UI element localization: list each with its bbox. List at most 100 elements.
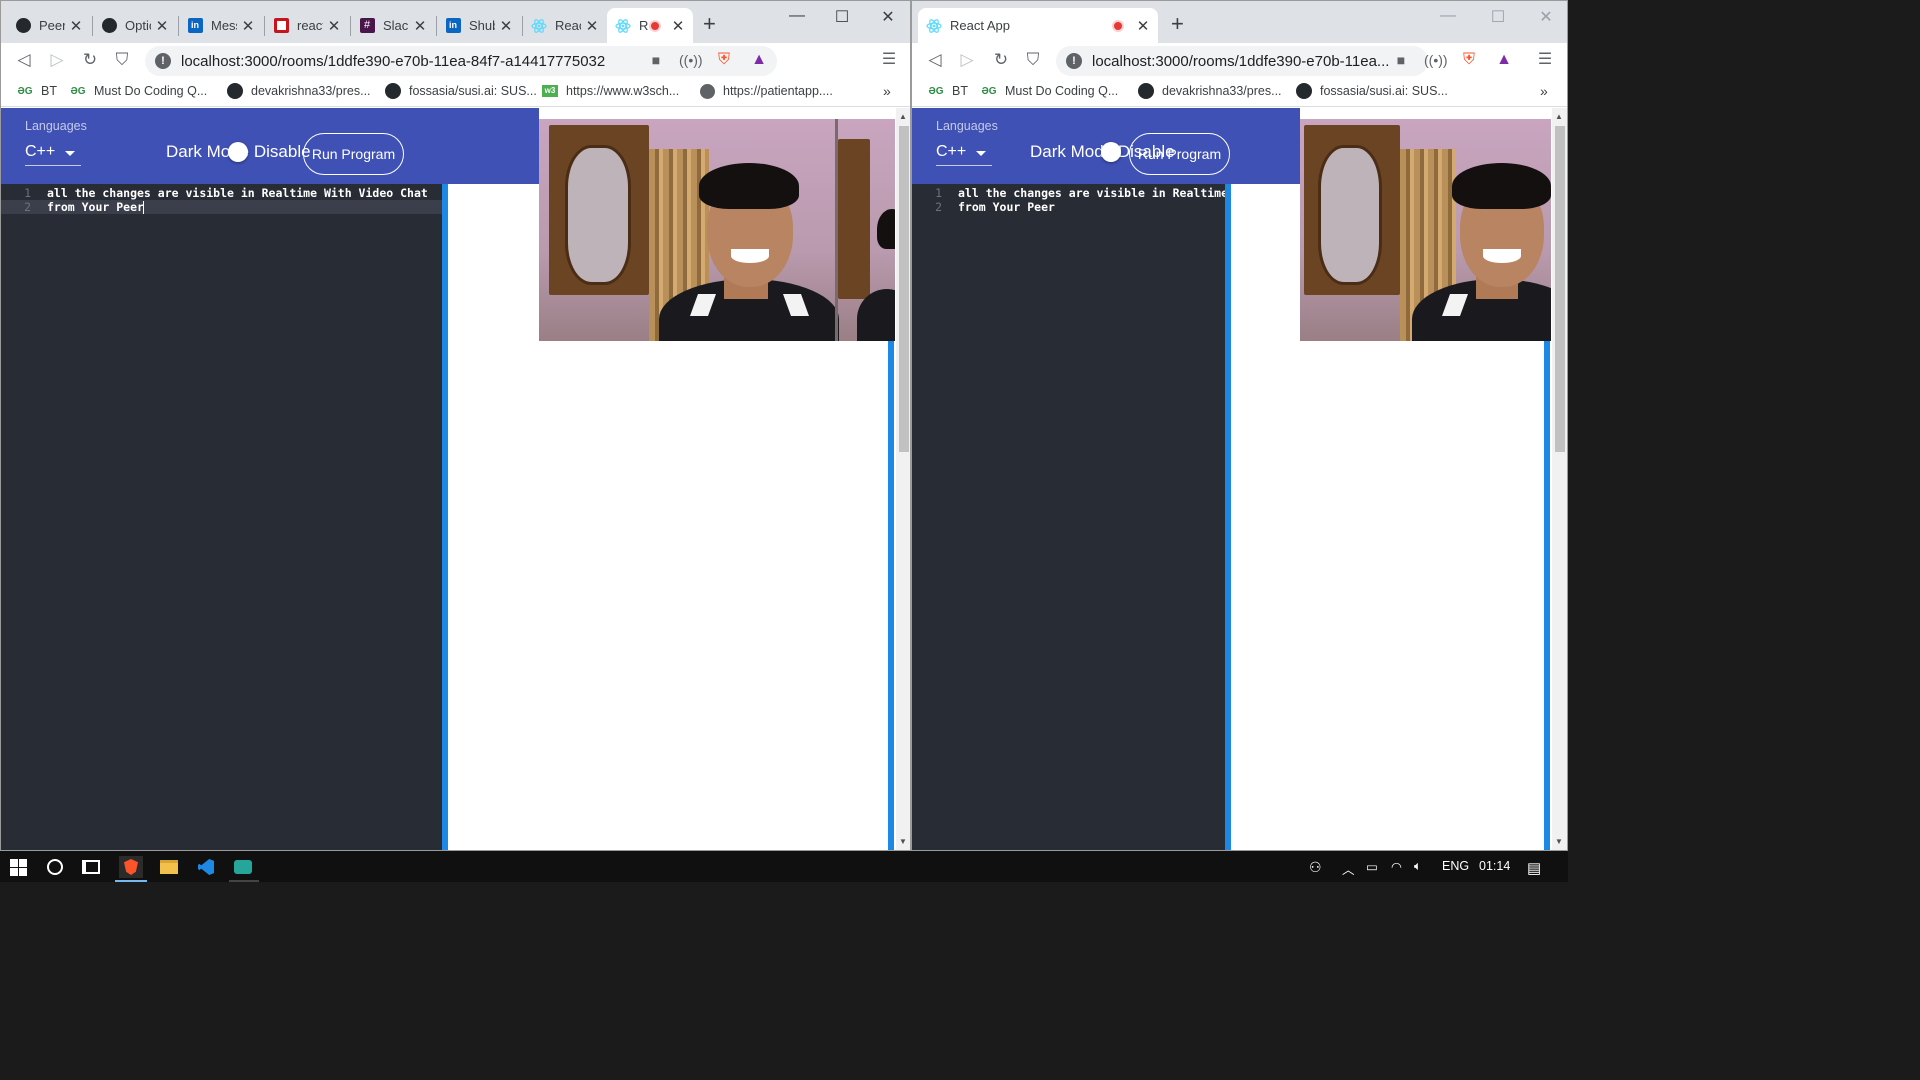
close-window-icon[interactable]: ✕ bbox=[878, 7, 898, 27]
input-language[interactable]: ENG bbox=[1442, 859, 1469, 873]
bookmark-devakrishna[interactable]: devakrishna33/pres... bbox=[227, 83, 371, 99]
react-icon bbox=[615, 18, 631, 34]
language-value: C++ bbox=[936, 142, 967, 160]
maximize-icon[interactable]: ☐ bbox=[832, 7, 852, 27]
search-circle-icon[interactable] bbox=[44, 856, 66, 878]
bookmark-label: fossasia/susi.ai: SUS... bbox=[409, 84, 537, 98]
close-icon[interactable]: ✕ bbox=[671, 17, 685, 35]
notifications-icon[interactable]: ▤ bbox=[1527, 859, 1541, 877]
brave-shield-icon[interactable]: ⛨ bbox=[1460, 51, 1478, 69]
brave-shield-icon[interactable]: ⛨ bbox=[715, 51, 733, 69]
site-info-icon[interactable]: ! bbox=[155, 53, 171, 69]
minimize-icon[interactable]: — bbox=[1438, 7, 1458, 25]
editor-line: 1 all the changes are visible in Realtim… bbox=[1, 186, 442, 200]
bookmarks-overflow-icon[interactable]: » bbox=[883, 83, 891, 99]
scroll-down-icon[interactable]: ▼ bbox=[1555, 837, 1563, 846]
close-window-icon[interactable]: ✕ bbox=[1536, 7, 1556, 27]
reload-icon[interactable]: ↻ bbox=[79, 49, 101, 71]
close-icon[interactable]: ✕ bbox=[1136, 17, 1150, 35]
new-tab-plus-icon[interactable]: + bbox=[1171, 11, 1184, 37]
new-tab-plus-icon[interactable]: + bbox=[703, 11, 716, 37]
battery-icon[interactable]: ▭ bbox=[1366, 859, 1378, 874]
scroll-thumb[interactable] bbox=[1555, 126, 1565, 452]
close-icon[interactable]: ✕ bbox=[327, 17, 341, 35]
brave-rewards-icon[interactable]: ▲ bbox=[750, 51, 768, 69]
tab-slack[interactable]: # Slack ✕ bbox=[351, 8, 435, 43]
language-select[interactable]: C++ bbox=[25, 138, 82, 166]
bookmark-devakrishna[interactable]: devakrishna33/pres... bbox=[1138, 83, 1282, 99]
bookmark-w3schools[interactable]: w3 https://www.w3sch... bbox=[542, 83, 679, 99]
scroll-up-icon[interactable]: ▲ bbox=[899, 112, 907, 121]
bookmark-must-do[interactable]: ƏG Must Do Coding Q... bbox=[70, 83, 207, 99]
right-divider[interactable] bbox=[1544, 340, 1550, 850]
reload-icon[interactable]: ↻ bbox=[990, 49, 1012, 71]
language-select[interactable]: C++ bbox=[936, 138, 993, 166]
forward-arrow-icon[interactable]: ▷ bbox=[956, 49, 978, 71]
close-icon[interactable]: ✕ bbox=[585, 17, 599, 35]
back-arrow-icon[interactable]: ◁ bbox=[13, 49, 35, 71]
close-icon[interactable]: ✕ bbox=[155, 17, 169, 35]
camera-icon[interactable]: ■ bbox=[1392, 51, 1410, 69]
broadcast-icon[interactable]: ((•)) bbox=[679, 51, 703, 69]
minimize-icon[interactable]: — bbox=[787, 7, 807, 25]
maximize-icon[interactable]: ☐ bbox=[1488, 7, 1508, 27]
menu-icon[interactable]: ☰ bbox=[880, 51, 898, 69]
windows-start-icon[interactable] bbox=[7, 856, 29, 878]
bookmark-fossasia[interactable]: fossasia/susi.ai: SUS... bbox=[1296, 83, 1448, 99]
bookmark-icon[interactable]: ⛉ bbox=[111, 49, 133, 71]
menu-icon[interactable]: ☰ bbox=[1536, 51, 1554, 69]
bookmark-fossasia[interactable]: fossasia/susi.ai: SUS... bbox=[385, 83, 537, 99]
close-icon[interactable]: ✕ bbox=[69, 17, 83, 35]
bookmarks-overflow-icon[interactable]: » bbox=[1540, 83, 1548, 99]
broadcast-icon[interactable]: ((•)) bbox=[1424, 51, 1448, 69]
people-icon[interactable]: ⚇ bbox=[1309, 859, 1322, 876]
right-divider[interactable] bbox=[888, 340, 894, 850]
close-icon[interactable]: ✕ bbox=[499, 17, 513, 35]
dark-mode-toggle[interactable] bbox=[228, 142, 248, 162]
file-explorer-icon[interactable] bbox=[158, 856, 180, 878]
tab-title: Shub bbox=[469, 18, 495, 33]
vertical-scrollbar[interactable]: ▲ ▼ bbox=[896, 108, 910, 850]
task-view-icon[interactable] bbox=[80, 856, 102, 878]
wifi-icon[interactable]: ◠ bbox=[1391, 859, 1402, 874]
tab-peerc[interactable]: PeerC ✕ bbox=[7, 8, 91, 43]
back-arrow-icon[interactable]: ◁ bbox=[924, 49, 946, 71]
close-icon[interactable]: ✕ bbox=[241, 17, 255, 35]
bookmark-icon[interactable]: ⛉ bbox=[1022, 49, 1044, 71]
brave-taskbar-icon[interactable] bbox=[119, 856, 143, 878]
bookmark-must-do[interactable]: ƏG Must Do Coding Q... bbox=[981, 83, 1118, 99]
screen-recorder-icon[interactable] bbox=[232, 856, 254, 878]
bookmark-bt[interactable]: ƏG BT bbox=[928, 83, 968, 99]
video-smile bbox=[731, 249, 769, 263]
tab-shubham[interactable]: in Shub ✕ bbox=[437, 8, 521, 43]
clock-time[interactable]: 01:14 bbox=[1479, 859, 1510, 873]
dark-mode-toggle[interactable] bbox=[1101, 142, 1121, 162]
address-bar[interactable]: ! localhost:3000/rooms/1ddfe390-e70b-11e… bbox=[1056, 46, 1428, 76]
tab-react-n[interactable]: react ✕ bbox=[265, 8, 349, 43]
tab-react-app[interactable]: React ✕ bbox=[523, 8, 607, 43]
tab-react-app[interactable]: React App ✕ bbox=[918, 8, 1158, 43]
run-program-button[interactable]: Run Program bbox=[1129, 133, 1230, 175]
vertical-scrollbar[interactable]: ▲ ▼ bbox=[1552, 108, 1567, 850]
bookmark-bt[interactable]: ƏG BT bbox=[17, 83, 57, 99]
tab-active-react[interactable]: R ✕ bbox=[607, 8, 693, 43]
scroll-up-icon[interactable]: ▲ bbox=[1555, 112, 1563, 121]
code-editor[interactable]: 1 all the changes are visible in Realtim… bbox=[912, 184, 1228, 850]
site-info-icon[interactable]: ! bbox=[1066, 53, 1082, 69]
close-icon[interactable]: ✕ bbox=[413, 17, 427, 35]
gfg-icon: ƏG bbox=[17, 85, 33, 97]
scroll-thumb[interactable] bbox=[899, 126, 909, 452]
camera-icon[interactable]: ■ bbox=[647, 51, 665, 69]
run-program-button[interactable]: Run Program bbox=[303, 133, 404, 175]
tab-optic[interactable]: Optic ✕ bbox=[93, 8, 177, 43]
chevron-up-icon[interactable]: ︿ bbox=[1342, 859, 1355, 878]
scroll-down-icon[interactable]: ▼ bbox=[899, 837, 907, 846]
forward-arrow-icon[interactable]: ▷ bbox=[46, 49, 68, 71]
volume-icon[interactable]: 🔈︎ bbox=[1414, 859, 1422, 874]
brave-rewards-icon[interactable]: ▲ bbox=[1495, 51, 1513, 69]
bookmark-patientapp[interactable]: https://patientapp.... bbox=[699, 83, 833, 99]
code-editor[interactable]: 1 all the changes are visible in Realtim… bbox=[1, 184, 442, 850]
vscode-icon[interactable] bbox=[195, 856, 217, 878]
line-number: 2 bbox=[24, 200, 31, 214]
tab-messaging[interactable]: in Mess ✕ bbox=[179, 8, 263, 43]
